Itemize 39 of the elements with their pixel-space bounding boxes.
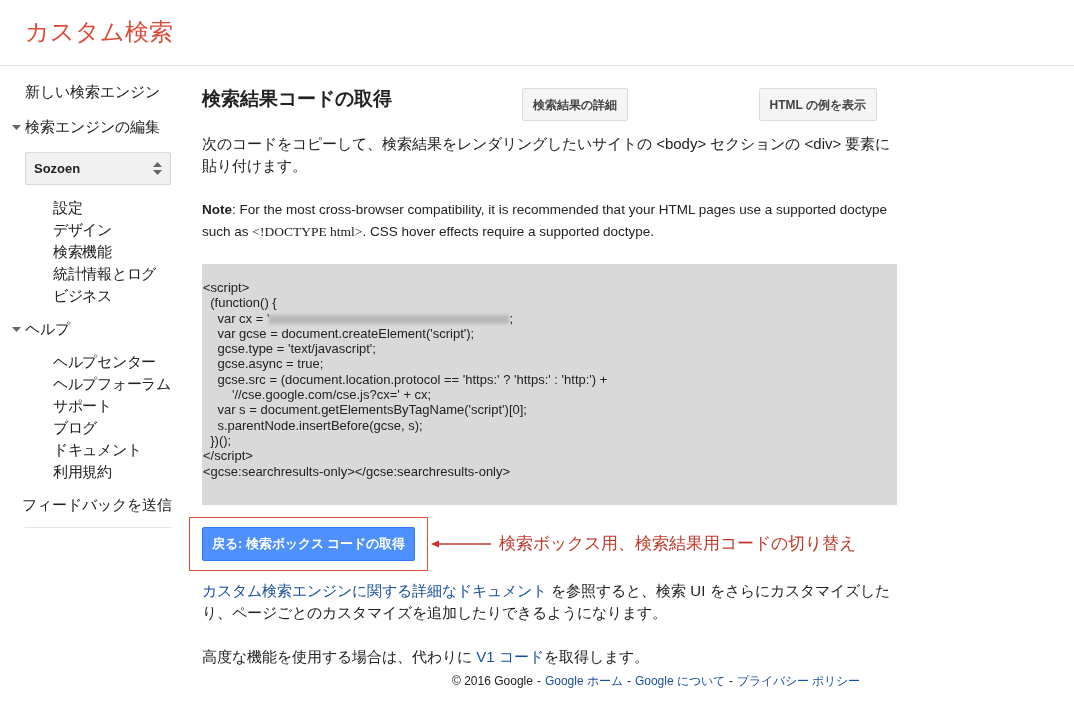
toolbar-button[interactable]: 検索結果の詳細 (522, 88, 629, 121)
footer-link[interactable]: プライバシー ポリシー (736, 672, 861, 690)
sidebar-item[interactable]: 新しい検索エンジン (25, 82, 160, 102)
sidebar-subitem[interactable]: 検索機能 (8, 241, 172, 263)
expanded-triangle-icon[interactable] (12, 324, 21, 334)
sidebar-subitem[interactable]: ビジネス (8, 285, 172, 307)
separator-text: - (626, 673, 631, 690)
info-paragraph: 高度な機能を使用する場合は、代わりに V1 コード を取得します。 (202, 647, 650, 667)
expanded-triangle-icon[interactable] (12, 122, 21, 132)
page-title: カスタム検索 (25, 18, 173, 45)
separator-text: - (728, 673, 733, 690)
separator-text: - (536, 673, 541, 690)
sidebar-item[interactable]: フィードバックを送信 (22, 495, 172, 515)
footer-link[interactable]: Google について (634, 672, 725, 690)
engine-select[interactable]: Sozoen (25, 152, 171, 185)
sidebar-subitem[interactable]: ヘルプセンター (8, 351, 172, 373)
sidebar-subitem[interactable]: 統計情報とログ (8, 263, 172, 285)
sidebar-subitem[interactable]: ヘルプフォーラム (8, 373, 172, 395)
note-paragraph: Note: For the most cross-browser compatibility, it is recommended that your HTML pages use a supported doctype such as <!DOCTYPE html>. CSS hover effects require a supported doctype. (202, 201, 889, 241)
sidebar-subitem[interactable]: ドキュメント (8, 439, 172, 461)
code-block: <script> (function() { var cx = ' ; var gcse = document.createElement('script'); gcse.type = 'text/javascript'; gcse.async = true; gcse.src = (document.location.protocol == 'https:' ? 'https:' : 'http:') + '//cse.google.com/cse.js?cx=' + cx; var s = document.getElementsByTagName('script')[0]; s.parentNode.insertBefore(gcse, s); })(); </script> <gcse:searchresults-only></gcse:searchresults-only> (202, 264, 897, 505)
copyright-text: © 2016 Google (452, 673, 533, 690)
up-down-arrows-icon (153, 162, 162, 175)
intro-paragraph: 次のコードをコピーして、検索結果をレンダリングしたいサイトの <body> セクションの <div> 要素に貼り付けます。 (202, 134, 892, 176)
sidebar-item[interactable]: ヘルプ (25, 319, 70, 339)
sidebar-subitem[interactable]: 設定 (8, 197, 172, 219)
sidebar-subitem[interactable]: デザイン (8, 219, 172, 241)
annotation-text: 検索ボックス用、検索結果用コードの切り替え (499, 533, 857, 556)
sidebar-subitem[interactable]: ブログ (8, 417, 172, 439)
toolbar-button[interactable]: HTML の例を表示 (758, 88, 877, 121)
sidebar-subitem[interactable]: 利用規約 (8, 461, 172, 483)
doc-link[interactable]: V1 コード (476, 648, 544, 665)
info-paragraph: カスタム検索エンジンに関する詳細なドキュメント を参照すると、検索 UI をさらにカスタマイズしたり、ページごとのカスタマイズを追加したりできるようになります。 (202, 581, 891, 623)
sidebar-item[interactable]: 検索エンジンの編集 (25, 117, 160, 137)
page-heading: 検索結果コードの取得 (202, 88, 392, 111)
sidebar-subitem[interactable]: サポート (8, 395, 172, 417)
footer-link[interactable]: Google ホーム (544, 672, 623, 690)
doc-link[interactable]: カスタム検索エンジンに関する詳細なドキュメント (202, 582, 547, 599)
annotation-arrow (431, 540, 492, 548)
